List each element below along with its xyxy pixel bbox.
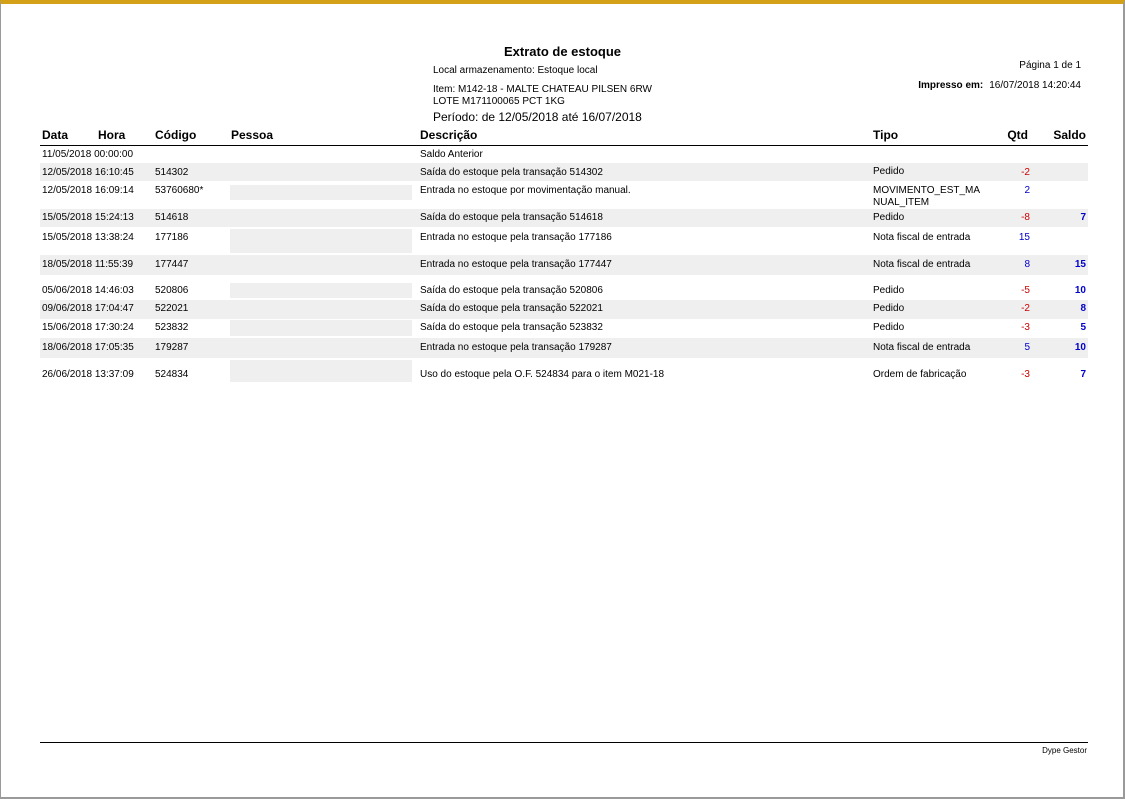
cell-saldo: 8 [1080, 303, 1086, 314]
cell-saldo: 10 [1074, 342, 1086, 353]
cell-descricao: Entrada no estoque pela transação 177186 [420, 232, 612, 243]
cell-datetime: 15/05/2018 15:24:13 [42, 212, 134, 223]
printed-at-value: 16/07/2018 14:20:44 [989, 80, 1081, 91]
cell-tipo-line1: MOVIMENTO_EST_MA [873, 185, 981, 196]
page-number: Página 1 de 1 [1019, 60, 1081, 71]
cell-descricao: Entrada no estoque pela transação 179287 [420, 342, 612, 353]
cell-tipo: Nota fiscal de entrada [873, 342, 971, 353]
footer-divider [40, 742, 1088, 743]
cell-tipo: Nota fiscal de entrada [873, 232, 971, 243]
col-header-codigo: Código [155, 128, 197, 142]
cell-pessoa-redacted [230, 320, 412, 336]
cell-saldo: 10 [1074, 285, 1086, 296]
cell-pessoa-redacted [230, 185, 412, 200]
cell-pessoa-redacted [230, 360, 412, 382]
cell-descricao: Uso do estoque pela O.F. 524834 para o i… [420, 369, 665, 380]
table-row: 05/06/2018 14:46:03 520806 Saída do esto… [40, 281, 1088, 300]
cell-saldo: 7 [1080, 369, 1086, 380]
cell-descricao: Entrada no estoque por movimentação manu… [420, 185, 631, 196]
col-header-tipo: Tipo [873, 128, 899, 142]
cell-codigo: 520806 [155, 285, 189, 296]
cell-descricao: Saída do estoque pela transação 514302 [420, 167, 603, 178]
table-row: 15/05/2018 13:38:24 177186 Entrada no es… [40, 227, 1088, 255]
cell-codigo: 523832 [155, 322, 189, 333]
col-header-qtd: Qtd [1007, 128, 1028, 142]
table-row: 12/05/2018 16:09:14 53760680* Entrada no… [40, 181, 1088, 209]
cell-qtd: 15 [1018, 232, 1030, 243]
cell-datetime: 11/05/2018 00:00:00 [42, 149, 134, 160]
cell-tipo: Pedido [873, 322, 905, 333]
table-row: 18/05/2018 11:55:39 177447 Entrada no es… [40, 255, 1088, 275]
table-row: 18/06/2018 17:05:35 179287 Entrada no es… [40, 338, 1088, 358]
footer-brand: Dype Gestor [1042, 746, 1087, 755]
cell-qtd: -8 [1021, 212, 1030, 223]
col-header-saldo: Saldo [1053, 128, 1086, 142]
cell-tipo-line2: NUAL_ITEM [873, 197, 930, 208]
cell-datetime: 15/05/2018 13:38:24 [42, 232, 134, 243]
item-description: Item: M142-18 - MALTE CHATEAU PILSEN 6RW [433, 84, 652, 95]
col-header-hora: Hora [98, 128, 126, 142]
cell-datetime: 18/06/2018 17:05:35 [42, 342, 134, 353]
cell-tipo: Pedido [873, 166, 905, 177]
cell-tipo: Ordem de fabricação [873, 369, 967, 380]
cell-saldo: 15 [1074, 259, 1086, 270]
cell-datetime: 18/05/2018 11:55:39 [42, 259, 134, 270]
storage-location: Local armazenamento: Estoque local [433, 65, 598, 76]
cell-descricao: Entrada no estoque pela transação 177447 [420, 259, 612, 270]
cell-pessoa-redacted [230, 283, 412, 298]
col-header-pessoa: Pessoa [231, 128, 274, 142]
cell-tipo: Pedido [873, 303, 905, 314]
cell-codigo: 524834 [155, 369, 189, 380]
cell-qtd: -5 [1021, 285, 1030, 296]
cell-datetime: 15/06/2018 17:30:24 [42, 322, 134, 333]
table-row: 15/05/2018 15:24:13 514618 Saída do esto… [40, 209, 1088, 227]
cell-qtd: 8 [1024, 259, 1030, 270]
cell-qtd: -3 [1021, 369, 1030, 380]
cell-codigo: 514302 [155, 167, 189, 178]
cell-descricao: Saída do estoque pela transação 520806 [420, 285, 603, 296]
item-lot: LOTE M171100065 PCT 1KG [433, 96, 565, 107]
cell-saldo: 5 [1080, 322, 1086, 333]
cell-descricao: Saída do estoque pela transação 522021 [420, 303, 603, 314]
cell-codigo: 514618 [155, 212, 189, 223]
cell-qtd: -2 [1021, 167, 1030, 178]
cell-qtd: 5 [1024, 342, 1030, 353]
cell-codigo: 179287 [155, 342, 189, 353]
table-row: 15/06/2018 17:30:24 523832 Saída do esto… [40, 319, 1088, 338]
cell-tipo: Nota fiscal de entrada [873, 259, 971, 270]
cell-qtd: -2 [1021, 303, 1030, 314]
cell-codigo: 177186 [155, 232, 189, 243]
col-header-data: Data [42, 128, 69, 142]
report-period: Período: de 12/05/2018 até 16/07/2018 [433, 110, 642, 124]
cell-qtd: -3 [1021, 322, 1030, 333]
cell-codigo: 177447 [155, 259, 189, 270]
cell-descricao: Saída do estoque pela transação 514618 [420, 212, 603, 223]
cell-pessoa-redacted [230, 229, 412, 253]
table-row: 26/06/2018 13:37:09 524834 Uso do estoqu… [40, 358, 1088, 383]
cell-datetime: 12/05/2018 16:10:45 [42, 167, 134, 178]
cell-tipo: Pedido [873, 285, 905, 296]
cell-datetime: 09/06/2018 17:04:47 [42, 303, 134, 314]
cell-datetime: 05/06/2018 14:46:03 [42, 285, 134, 296]
report-title: Extrato de estoque [504, 44, 622, 59]
col-header-descricao: Descrição [420, 128, 478, 142]
cell-descricao: Saída do estoque pela transação 523832 [420, 322, 603, 333]
header-divider [40, 145, 1088, 146]
cell-tipo: MOVIMENTO_EST_MA NUAL_ITEM [873, 185, 980, 209]
cell-datetime: 12/05/2018 16:09:14 [42, 185, 134, 196]
printed-at: Impresso em: 16/07/2018 14:20:44 [918, 80, 1081, 91]
cell-saldo: 7 [1080, 212, 1086, 223]
table-row: 09/06/2018 17:04:47 522021 Saída do esto… [40, 300, 1088, 319]
cell-codigo: 522021 [155, 303, 189, 314]
printed-at-label: Impresso em: [918, 80, 984, 91]
cell-codigo: 53760680* [155, 185, 204, 196]
cell-qtd: 2 [1024, 185, 1030, 196]
cell-tipo: Pedido [873, 212, 905, 223]
table-row: 12/05/2018 16:10:45 514302 Saída do esto… [40, 163, 1088, 181]
cell-descricao: Saldo Anterior [420, 149, 483, 160]
table-row: 11/05/2018 00:00:00 Saldo Anterior [40, 147, 1088, 163]
cell-datetime: 26/06/2018 13:37:09 [42, 369, 134, 380]
